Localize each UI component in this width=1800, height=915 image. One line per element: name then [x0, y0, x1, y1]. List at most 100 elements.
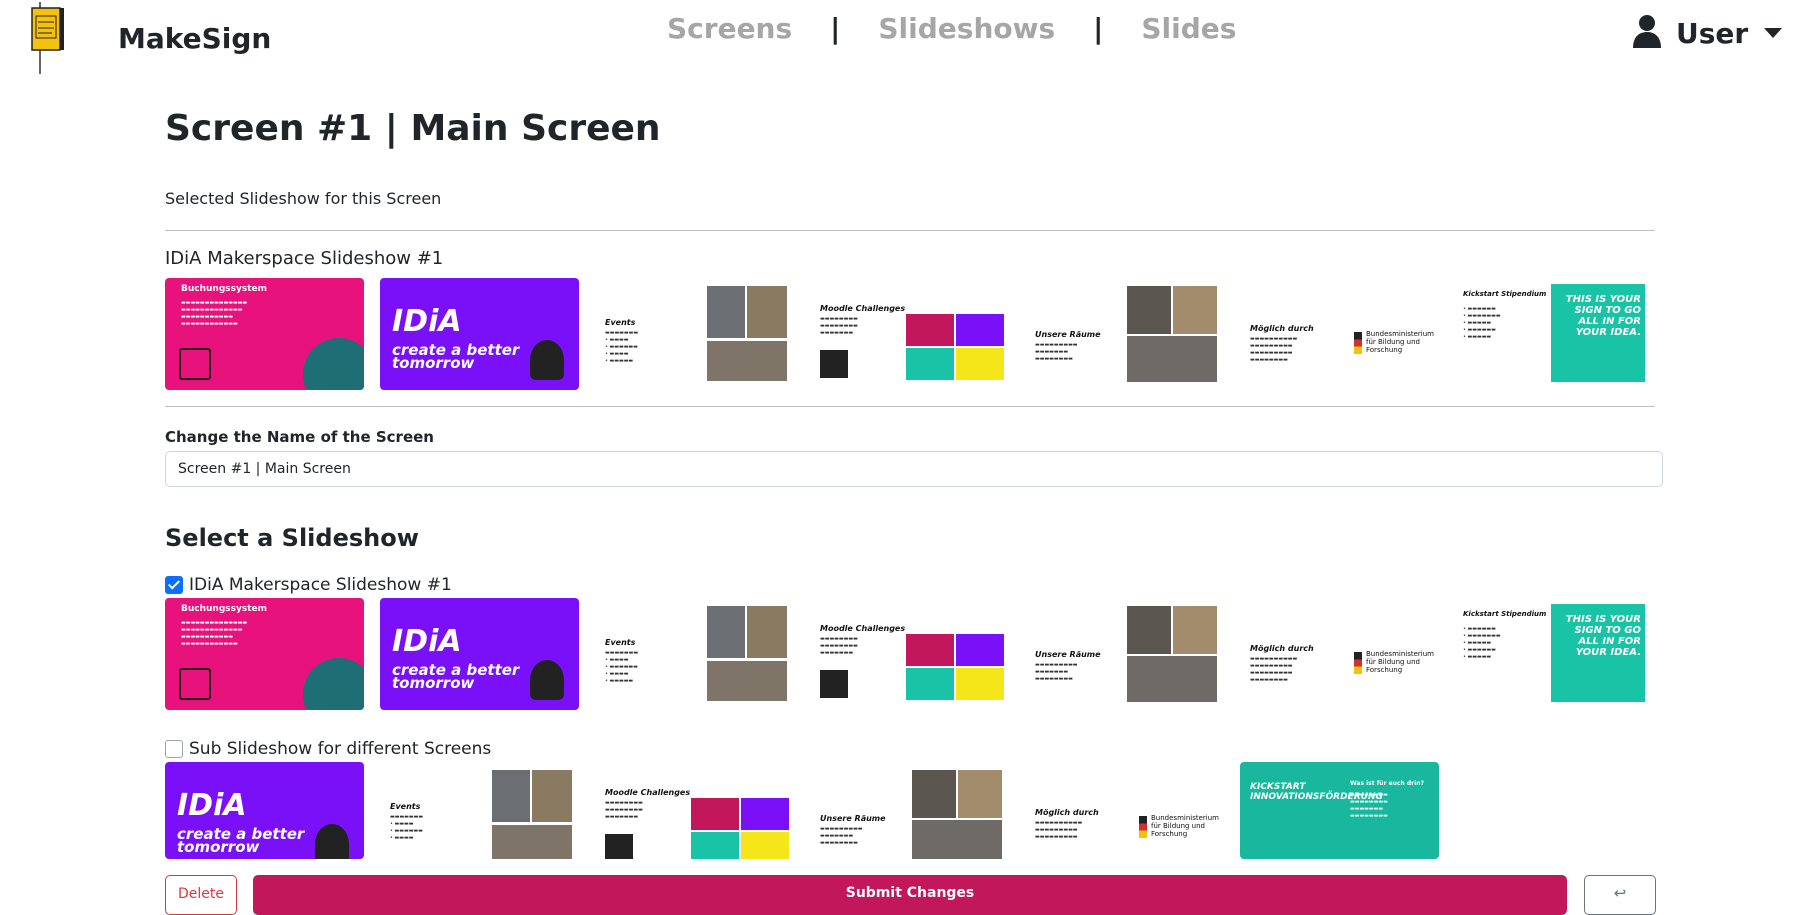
slide-title: Unsere Räume	[1035, 330, 1101, 339]
slide-thumbnail: Unsere Räume ▬▬▬▬▬▬▬▬▬ ▬▬▬▬▬▬▬ ▬▬▬▬▬▬▬▬	[810, 762, 1009, 859]
slide-photo	[912, 820, 1002, 859]
navbar: MakeSign Screens | Slideshows | Slides U…	[0, 0, 1800, 80]
slideshow-option[interactable]: Sub Slideshow for different Screens	[165, 739, 491, 759]
slide-body-text: ▬▬▬▬▬▬▬▬▬ ▬▬▬▬▬▬▬ ▬▬▬▬▬▬▬▬	[820, 826, 863, 846]
slide-title: Möglich durch	[1250, 644, 1314, 653]
change-name-label: Change the Name of the Screen	[165, 428, 434, 446]
slide-thumbnail: Moodle Challenges ▬▬▬▬▬▬▬▬ ▬▬▬▬▬▬▬▬ ▬▬▬▬▬▬…	[810, 278, 1009, 390]
slide-body-text: ▬▬▬▬▬▬▬▬▬▬ ▬▬▬▬▬▬▬▬▬ ▬▬▬▬▬▬▬▬▬ ▬▬▬▬▬▬▬▬	[1250, 336, 1298, 363]
ministry-name: Bundesministerium für Bildung und Forsch…	[1366, 650, 1434, 674]
brand-name[interactable]: MakeSign	[118, 22, 271, 55]
slide-title: KICKSTART INNOVATIONSFÖRDERUNG	[1250, 782, 1383, 802]
nav-slides[interactable]: Slides	[1141, 12, 1236, 45]
slide-title: Unsere Räume	[1035, 650, 1101, 659]
delete-button[interactable]: Delete	[165, 875, 237, 915]
slide-title: Kickstart Stipendium	[1463, 290, 1547, 298]
slideshow-preview: Buchungssystem ▬▬▬▬▬▬▬▬▬▬▬▬▬▬ ▬▬▬▬▬▬▬▬▬▬▬…	[165, 598, 1654, 710]
slide-title: Moodle Challenges	[820, 304, 906, 313]
brand[interactable]: MakeSign	[26, 2, 271, 74]
slide-photo	[492, 825, 572, 859]
slide-title: Events	[605, 638, 636, 647]
slide-body-text: ▬▬▬▬▬▬▬▬▬▬ ▬▬▬▬▬▬▬▬▬ ▬▬▬▬▬▬▬▬▬ ▬▬▬▬▬▬▬▬	[1250, 656, 1298, 683]
poster-text: THIS IS YOUR SIGN TO GO ALL IN FOR YOUR …	[1565, 614, 1641, 658]
nav-slideshows[interactable]: Slideshows	[878, 12, 1055, 45]
page-title: Screen #1 | Main Screen	[165, 108, 661, 149]
slide-body-text: ▬▬▬▬▬▬▬▬▬▬ ▬▬▬▬▬▬▬▬▬ ▬▬▬▬▬▬▬▬▬	[1035, 820, 1083, 840]
slide-color-block	[691, 832, 739, 859]
flag-icon	[1354, 332, 1362, 354]
badge-shape	[303, 658, 364, 710]
slide-subtitle: Was ist für euch drin?	[1350, 780, 1424, 787]
divider	[165, 230, 1655, 231]
slide-title: Unsere Räume	[820, 814, 886, 823]
slide-photo	[492, 770, 530, 822]
logo-mark	[315, 824, 349, 859]
slide-thumbnail: IDiA create a better tomorrow	[380, 598, 579, 710]
nav-screens[interactable]: Screens	[667, 12, 792, 45]
slide-thumbnail: Buchungssystem ▬▬▬▬▬▬▬▬▬▬▬▬▬▬ ▬▬▬▬▬▬▬▬▬▬▬…	[165, 278, 364, 390]
slide-body-text: ▬▬▬▬▬▬▬▬ ▬▬▬▬▬▬▬▬ ▬▬▬▬▬▬▬ ▬▬▬▬▬▬▬▬	[1350, 792, 1388, 819]
slide-thumbnail: Unsere Räume ▬▬▬▬▬▬▬▬▬ ▬▬▬▬▬▬▬ ▬▬▬▬▬▬▬▬	[1025, 278, 1224, 390]
slide-color-block	[956, 668, 1004, 700]
slideshow-option-label: Sub Slideshow for different Screens	[189, 739, 492, 759]
main-nav: Screens | Slideshows | Slides	[667, 12, 1236, 45]
slide-body-text: ▬▬▬▬▬▬▬▬▬▬▬▬▬▬ ▬▬▬▬▬▬▬▬▬▬▬▬▬ ▬▬▬▬▬▬▬▬▬▬▬ ▬▬…	[181, 620, 248, 647]
slide-thumbnail: Kickstart Stipendium • ▬▬▬▬▬▬ • ▬▬▬▬▬▬▬ • …	[1455, 598, 1654, 710]
slide-title: Moodle Challenges	[605, 788, 691, 797]
slide-tagline: create a better tomorrow	[392, 661, 520, 692]
back-button[interactable]: ↩	[1584, 875, 1656, 915]
slide-title: Events	[390, 802, 421, 811]
slide-photo	[747, 606, 787, 658]
divider	[165, 406, 1655, 407]
slide-body-text: ▬▬▬▬▬▬▬ • ▬▬▬▬ • ▬▬▬▬▬▬ • ▬▬▬▬ • ▬▬▬▬▬	[605, 650, 639, 684]
slideshow-checkbox[interactable]	[165, 740, 183, 758]
slide-photo	[1173, 606, 1217, 654]
box-icon	[179, 668, 211, 700]
slide-thumbnail: Moodle Challenges ▬▬▬▬▬▬▬▬ ▬▬▬▬▬▬▬▬ ▬▬▬▬▬▬…	[595, 762, 794, 859]
submit-changes-button[interactable]: Submit Changes	[253, 875, 1567, 915]
poster-text: THIS IS YOUR SIGN TO GO ALL IN FOR YOUR …	[1565, 294, 1641, 338]
flag-icon	[1354, 652, 1362, 674]
qr-code-icon	[605, 834, 633, 859]
slide-thumbnail: KICKSTART INNOVATIONSFÖRDERUNG Was ist f…	[1240, 762, 1439, 859]
slide-body-text: ▬▬▬▬▬▬▬▬▬▬▬▬▬▬ ▬▬▬▬▬▬▬▬▬▬▬▬▬ ▬▬▬▬▬▬▬▬▬▬▬ ▬▬…	[181, 300, 248, 327]
nav-separator: |	[1093, 12, 1104, 45]
slide-photo	[1127, 336, 1217, 382]
slide-thumbnail: Möglich durch ▬▬▬▬▬▬▬▬▬▬ ▬▬▬▬▬▬▬▬▬ ▬▬▬▬▬▬▬…	[1025, 762, 1224, 859]
badge-shape	[303, 338, 364, 390]
slide-tagline: create a better tomorrow	[392, 341, 520, 372]
user-menu-dropdown[interactable]: User	[1632, 14, 1783, 52]
slide-color-block	[906, 668, 954, 700]
slide-photo	[1127, 286, 1171, 334]
slide-thumbnail: Events ▬▬▬▬▬▬▬ • ▬▬▬▬ • ▬▬▬▬▬▬ • ▬▬▬▬	[380, 762, 579, 859]
qr-code-icon	[820, 350, 848, 378]
slide-thumbnail: Events ▬▬▬▬▬▬▬ • ▬▬▬▬ • ▬▬▬▬▬▬ • ▬▬▬▬ • ▬▬▬▬…	[595, 278, 794, 390]
return-icon: ↩	[1613, 884, 1627, 902]
slide-photo	[1173, 286, 1217, 334]
slide-title: Moodle Challenges	[820, 624, 906, 633]
slide-thumbnail: Moodle Challenges ▬▬▬▬▬▬▬▬ ▬▬▬▬▬▬▬▬ ▬▬▬▬▬▬…	[810, 598, 1009, 710]
slide-body-text: ▬▬▬▬▬▬▬▬▬ ▬▬▬▬▬▬▬ ▬▬▬▬▬▬▬▬	[1035, 342, 1078, 362]
box-icon	[179, 348, 211, 380]
slide-body-text: ▬▬▬▬▬▬▬ • ▬▬▬▬ • ▬▬▬▬▬▬ • ▬▬▬▬	[390, 814, 424, 841]
slide-body-text: • ▬▬▬▬▬▬ • ▬▬▬▬▬▬▬ • ▬▬▬▬▬ • ▬▬▬▬▬▬ • ▬▬▬▬▬	[1463, 306, 1501, 340]
slide-title: Events	[605, 318, 636, 327]
logo-mark	[530, 660, 564, 700]
slide-color-block	[956, 314, 1004, 346]
slide-thumbnail: Möglich durch ▬▬▬▬▬▬▬▬▬▬ ▬▬▬▬▬▬▬▬▬ ▬▬▬▬▬▬▬…	[1240, 278, 1439, 390]
slide-color-block	[956, 634, 1004, 666]
ministry-name: Bundesministerium für Bildung und Forsch…	[1151, 814, 1219, 838]
slideshow-option[interactable]: IDiA Makerspace Slideshow #1	[165, 575, 452, 595]
slideshow-checkbox[interactable]	[165, 576, 183, 594]
slide-body-text: ▬▬▬▬▬▬▬ • ▬▬▬▬ • ▬▬▬▬▬▬ • ▬▬▬▬ • ▬▬▬▬▬	[605, 330, 639, 364]
screen-name-input[interactable]	[165, 451, 1663, 487]
user-icon	[1632, 14, 1662, 52]
slide-poster: THIS IS YOUR SIGN TO GO ALL IN FOR YOUR …	[1551, 604, 1645, 702]
slide-logo-text: IDiA	[177, 788, 247, 823]
selected-slideshow-name: IDiA Makerspace Slideshow #1	[165, 248, 444, 269]
slide-photo	[707, 286, 745, 338]
selected-slideshow-preview: Buchungssystem ▬▬▬▬▬▬▬▬▬▬▬▬▬▬ ▬▬▬▬▬▬▬▬▬▬▬…	[165, 278, 1654, 390]
selected-slideshow-subtitle: Selected Slideshow for this Screen	[165, 189, 442, 208]
slide-photo	[912, 770, 956, 818]
slide-color-block	[906, 348, 954, 380]
